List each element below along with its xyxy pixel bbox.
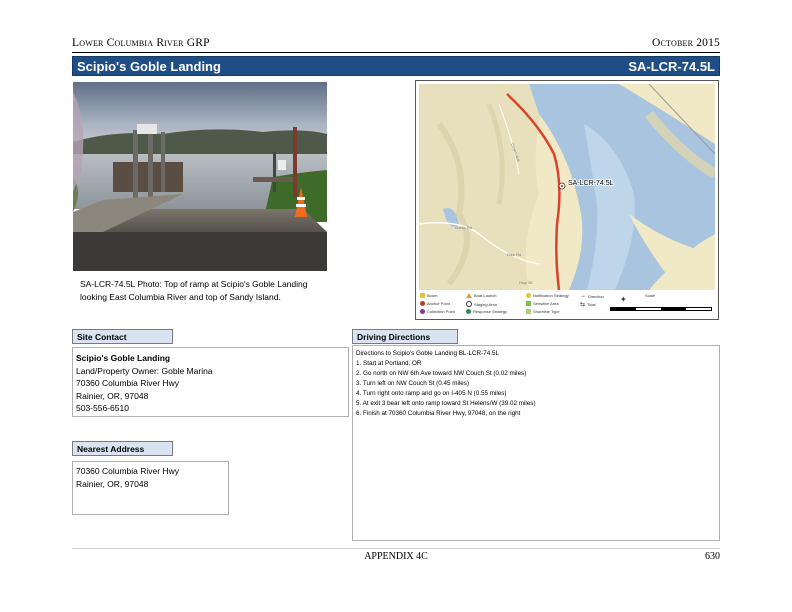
driving-directions-box: Directions to Scipio's Goble Landing BL-… <box>352 345 720 541</box>
legend-scale: Scale <box>645 293 656 298</box>
site-map: Crown Ave Goble Rd Dike Rd Hwy 30 SA-LCR… <box>415 80 719 320</box>
page-number: 630 <box>705 551 720 562</box>
directions-step: 6. Finish at 70360 Columbia River Hwy, 9… <box>356 410 521 417</box>
nearest-address-box: 70360 Columbia River Hwy Rainier, OR, 97… <box>72 461 229 515</box>
legend-tidal: ⇆ Tidal <box>580 302 596 308</box>
driving-directions-heading: Driving Directions <box>352 329 458 344</box>
nearest-address-heading: Nearest Address <box>72 441 173 456</box>
legend-response-strategy: Response Strategy <box>466 309 507 314</box>
contact-address-line-1: 70360 Columbia River Hwy <box>76 378 179 388</box>
legend-sensitive-area: Sensitive Area <box>526 301 559 306</box>
legend-staging-area: Staging Area <box>466 301 497 307</box>
boat-launch-icon <box>466 293 472 298</box>
contact-phone: 503-556-6510 <box>76 403 129 413</box>
legend-anchor-point: Anchor Point <box>420 301 450 306</box>
tidal-icon: ⇆ <box>580 302 586 308</box>
photo-caption: SA-LCR-74.5L Photo: Top of ramp at Scipi… <box>80 278 330 304</box>
directions-step: 4. Turn right onto ramp and go on I-405 … <box>356 390 507 397</box>
road-label-hwy: Hwy 30 <box>519 280 533 285</box>
shoreline-type-icon <box>526 309 531 314</box>
north-arrow-icon: ✦ <box>620 295 627 304</box>
contact-name: Scipio's Goble Landing <box>76 353 171 363</box>
scale-bar-icon <box>610 307 712 311</box>
map-legend: Boom Anchor Point Collection Point Boat … <box>420 291 716 319</box>
footer-appendix: APPENDIX 4C <box>364 551 428 562</box>
directions-step: 3. Turn left on NW Couch St (0.45 miles) <box>356 380 470 387</box>
site-code: SA-LCR-74.5L <box>628 59 715 74</box>
legend-shoreline-type: Shoreline Type <box>526 309 560 314</box>
contact-address-line-2: Rainier, OR, 97048 <box>76 390 149 401</box>
directions-step: 5. At exit 3 bear left onto ramp toward … <box>356 400 536 407</box>
legend-collection-point: Collection Point <box>420 309 455 314</box>
directions-step: 1. Start at Portland, OR <box>356 360 422 367</box>
legend-boom: Boom <box>420 293 437 298</box>
nearest-address-line-1: 70360 Columbia River Hwy <box>76 466 179 476</box>
anchor-point-icon <box>420 301 425 306</box>
notification-strategy-icon <box>526 293 531 298</box>
legend-direction: → Direction <box>580 293 604 299</box>
legend-notification-strategy: Notification Strategy <box>526 293 569 298</box>
contact-owner: Land/Property Owner: Goble Marina <box>76 365 213 376</box>
header-rule <box>72 52 720 53</box>
header-date: October 2015 <box>652 37 720 49</box>
header-left-title: Lower Columbia River GRP <box>72 37 210 49</box>
site-name: Scipio's Goble Landing <box>77 59 221 74</box>
sensitive-area-icon <box>526 301 531 306</box>
direction-icon: → <box>580 293 586 299</box>
photo-caption-line-1: SA-LCR-74.5L Photo: Top of ramp at Scipi… <box>80 279 308 289</box>
road-label-goble: Goble Rd <box>455 225 472 230</box>
boom-icon <box>420 293 425 298</box>
nearest-address-line-2: Rainier, OR, 97048 <box>76 478 149 489</box>
footer-rule <box>72 548 720 549</box>
site-title-bar: Scipio's Goble Landing SA-LCR-74.5L <box>72 56 720 76</box>
directions-step: 2. Go north on NW 6th Ave toward NW Couc… <box>356 370 527 377</box>
map-site-label: SA-LCR-74.5L <box>568 180 614 187</box>
site-contact-box: Scipio's Goble Landing Land/Property Own… <box>72 347 349 417</box>
response-strategy-icon <box>466 309 471 314</box>
site-photo <box>73 82 327 271</box>
legend-boat-launch: Boat Launch <box>466 293 496 298</box>
directions-title: Directions to Scipio's Goble Landing BL-… <box>356 350 499 357</box>
staging-area-icon <box>466 301 472 307</box>
road-label-dike: Dike Rd <box>507 252 521 257</box>
collection-point-icon <box>420 309 425 314</box>
photo-caption-line-2: looking East Columbia River and top of S… <box>80 292 281 302</box>
site-contact-heading: Site Contact <box>72 329 173 344</box>
